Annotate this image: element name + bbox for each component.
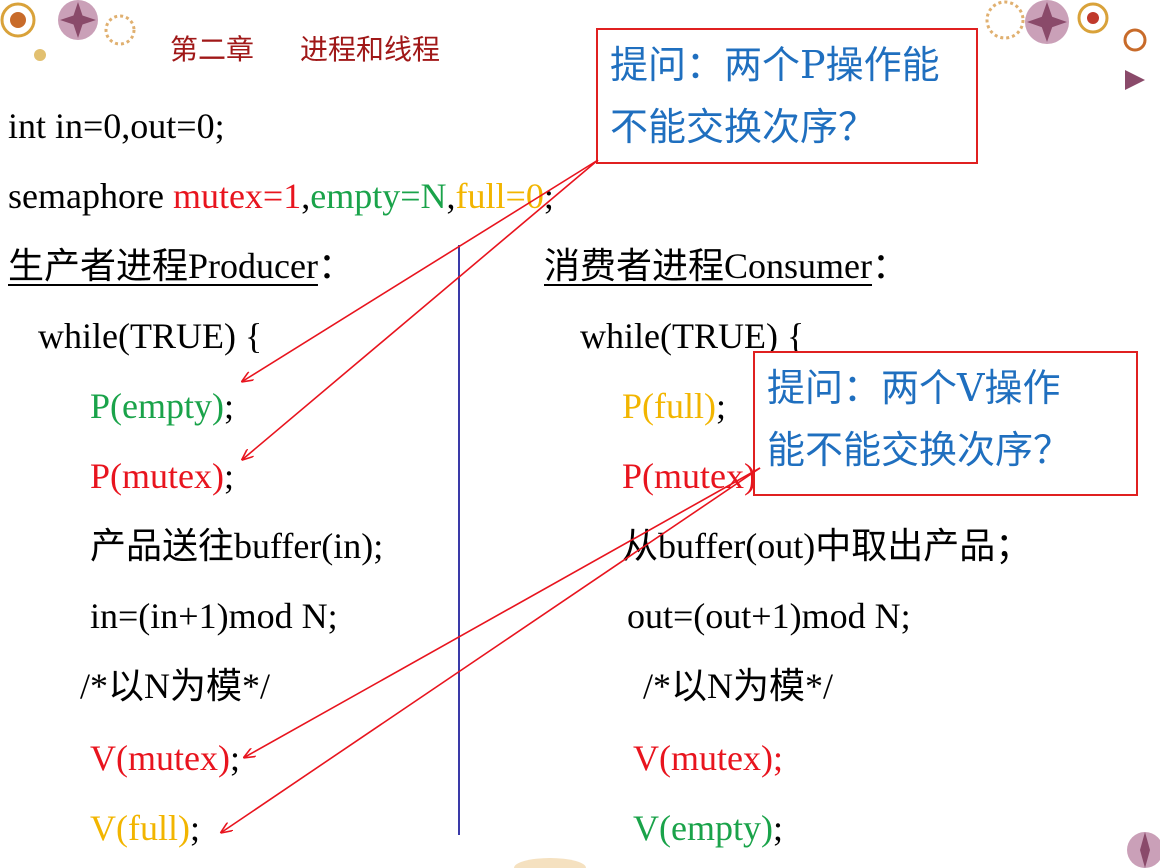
consumer-v-empty-line: V(empty); — [633, 808, 783, 848]
callout-line: 能不能交换次序？ — [767, 428, 1072, 472]
comma: , — [301, 176, 311, 216]
semicolon: ; — [223, 386, 234, 426]
corner-ornament-top-left — [0, 0, 136, 61]
producer-p-mutex: P(mutex) — [90, 456, 224, 496]
comma: , — [446, 176, 456, 216]
producer-p-mutex-line: P(mutex); — [90, 456, 234, 496]
callout-line: 提问：两个V操作 — [767, 366, 1061, 410]
consumer-v-empty: V(empty) — [633, 808, 773, 848]
consumer-advance: out=(out+1)mod N; — [627, 596, 911, 636]
semicolon: ; — [229, 738, 240, 778]
consumer-comment: /*以N为模*/ — [643, 666, 834, 706]
producer-v-mutex-line: V(mutex); — [90, 738, 240, 778]
callout-line: 提问：两个P操作能 — [610, 43, 940, 87]
chapter-label: 第二章 — [170, 33, 255, 66]
consumer-p-full-line: P(full); — [622, 386, 726, 426]
producer-advance: in=(in+1)mod N; — [90, 596, 338, 636]
consumer-heading-line: 消费者进程Consumer： — [544, 246, 908, 286]
consumer-p-mutex-line: P(mutex); — [622, 456, 766, 496]
corner-ornament-top-right — [985, 0, 1147, 90]
producer-heading: 生产者进程Producer — [8, 246, 318, 286]
callout-line: 不能交换次序？ — [610, 105, 877, 149]
corner-ornament-bottom-right — [1127, 832, 1160, 868]
semicolon: ; — [223, 456, 234, 496]
v-order-question-callout: 提问：两个V操作 能不能交换次序？ — [753, 351, 1138, 496]
semicolon: ; — [716, 386, 727, 426]
int-declaration: int in=0,out=0; — [8, 106, 225, 146]
producer-v-full: V(full) — [90, 808, 190, 848]
consumer-p-mutex: P(mutex) — [622, 456, 756, 496]
producer-v-mutex: V(mutex) — [90, 738, 230, 778]
empty-init: empty=N — [310, 176, 447, 216]
full-init: full=0 — [455, 176, 544, 216]
producer-comment: /*以N为模*/ — [80, 666, 271, 706]
semicolon: ; — [189, 808, 200, 848]
semaphore-declaration: semaphore mutex=1,empty=N,full=0; — [8, 176, 554, 216]
semicolon: ; — [772, 808, 783, 848]
producer-heading-line: 生产者进程Producer： — [8, 246, 354, 286]
producer-v-full-line: V(full); — [90, 808, 200, 848]
heading-colon: ： — [317, 246, 354, 286]
heading-colon: ： — [872, 246, 909, 286]
consumer-v-mutex: V(mutex); — [633, 738, 783, 778]
consumer-take: 从buffer(out)中取出产品； — [622, 526, 1032, 566]
producer-put: 产品送往buffer(in); — [90, 526, 384, 566]
semicolon: ; — [543, 176, 554, 216]
producer-p-empty: P(empty) — [90, 386, 224, 426]
page-title: 进程和线程 — [300, 33, 441, 66]
semaphore-keyword: semaphore — [8, 176, 173, 216]
consumer-while: while(TRUE) { — [580, 316, 805, 356]
p-order-question-callout: 提问：两个P操作能 不能交换次序？ — [596, 28, 978, 164]
producer-p-empty-line: P(empty); — [90, 386, 234, 426]
bottom-edge-ornament — [514, 858, 586, 868]
consumer-p-full: P(full) — [622, 386, 716, 426]
producer-while: while(TRUE) { — [38, 316, 263, 356]
consumer-heading: 消费者进程Consumer — [544, 246, 872, 286]
mutex-init: mutex=1 — [172, 176, 302, 216]
